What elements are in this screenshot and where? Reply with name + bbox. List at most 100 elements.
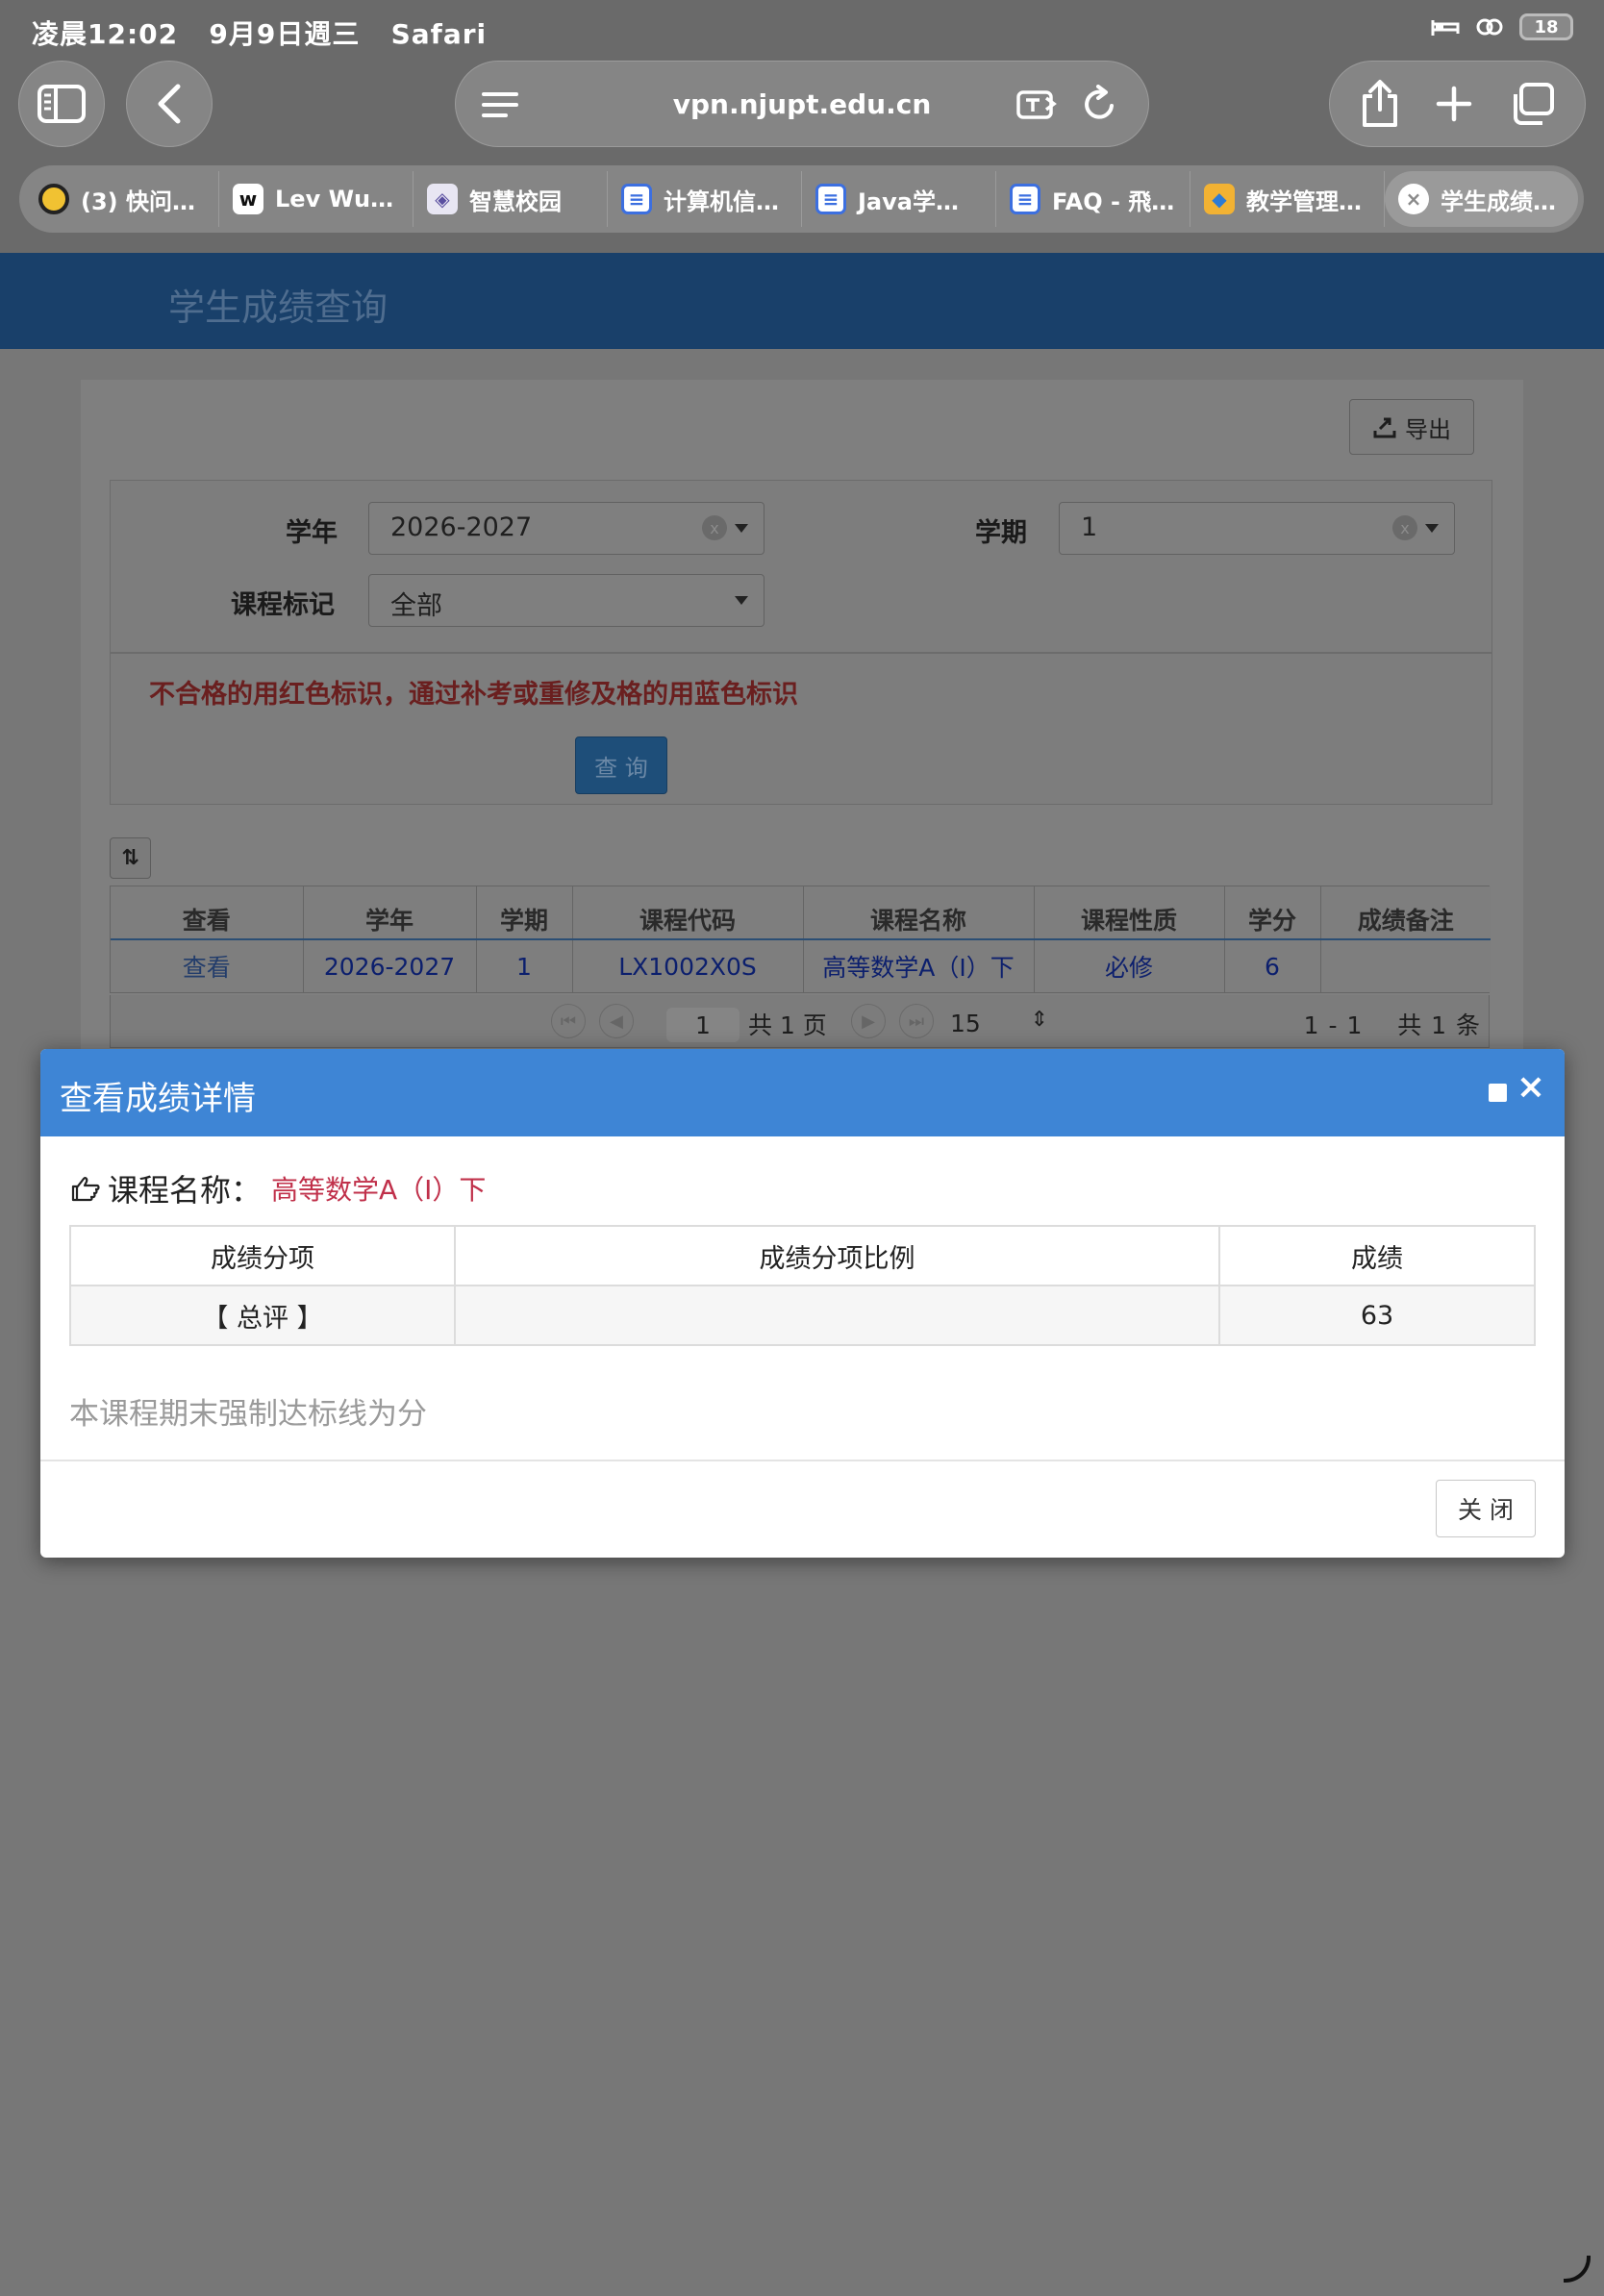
export-label: 导出: [1405, 415, 1451, 443]
browser-tab[interactable]: ◈ 智慧校园: [414, 171, 608, 227]
term-label: 学期: [975, 518, 1027, 548]
grading-notice: 不合格的用红色标识，通过补考或重修及格的用蓝色标识: [149, 680, 798, 710]
record-range: 1 - 1 共 1 条: [1304, 1007, 1481, 1041]
course-mark-select[interactable]: 全部: [368, 574, 764, 627]
course-name: 高等数学A（I）下: [271, 1174, 487, 1206]
next-page-icon[interactable]: ▶: [851, 1004, 886, 1038]
course-mark-label: 课程标记: [231, 590, 335, 620]
chevron-left-icon: [158, 84, 181, 124]
column-header[interactable]: 课程性质: [1034, 886, 1225, 940]
browser-tab[interactable]: (3) 快问…: [25, 171, 219, 227]
last-page-icon[interactable]: ⏭: [899, 1004, 934, 1038]
back-button[interactable]: [126, 61, 213, 147]
translate-icon[interactable]: [1015, 87, 1058, 123]
page-size-select[interactable]: 15 ⇕: [944, 1006, 1058, 1042]
close-tab-icon[interactable]: ×: [1398, 184, 1429, 214]
query-panel: 导出 学年 2026-2027 x 学期 1 x 课程标记 全部 不合格的用红色…: [81, 380, 1523, 1149]
export-button[interactable]: 导出: [1349, 399, 1474, 455]
dialog-header: 查看成绩详情 ×: [40, 1049, 1565, 1136]
maximize-icon[interactable]: [1489, 1084, 1507, 1102]
handwriting-w-favicon-icon: w: [233, 184, 263, 214]
table-row: 查看 2026-2027 1 LX1002X0S 高等数学A（I）下 必修 6: [111, 939, 1491, 992]
term-select[interactable]: 1 x: [1059, 502, 1455, 555]
status-time-date: 凌晨12:02 9月9日週三 Safari: [32, 13, 487, 52]
browser-tab-label: (3) 快问…: [81, 187, 195, 215]
browser-tab-label: 计算机信…: [664, 187, 779, 215]
status-bar: 凌晨12:02 9月9日週三 Safari 18: [0, 0, 1604, 58]
status-icons: 18: [1431, 13, 1573, 40]
detail-column-header: 成绩分项: [69, 1225, 456, 1286]
column-header[interactable]: 成绩备注: [1320, 886, 1491, 940]
export-icon: [1373, 417, 1396, 438]
first-page-icon[interactable]: ⏮: [551, 1004, 586, 1038]
column-header[interactable]: 学年: [303, 886, 477, 940]
toolbar-actions: [1329, 61, 1586, 147]
circle-favicon-icon: [38, 184, 69, 214]
column-header[interactable]: 课程名称: [803, 886, 1035, 940]
hand-pointer-icon: [71, 1177, 100, 1202]
browser-tab[interactable]: × 学生成绩…: [1385, 171, 1578, 227]
query-button[interactable]: 查 询: [575, 736, 667, 794]
table-header-row: 查看 学年 学期 课程代码 课程名称 课程性质 学分 成绩备注: [111, 886, 1491, 940]
table-cell: 高等数学A（I）下: [803, 939, 1035, 992]
grade-detail-dialog: 查看成绩详情 × 课程名称： 高等数学A（I）下 成绩分项 成绩分项比例 成绩 【 …: [40, 1049, 1565, 1558]
shield-favicon-icon: ◈: [427, 184, 458, 214]
chevron-down-icon: [1425, 524, 1439, 533]
detail-cell: 63: [1218, 1285, 1536, 1346]
view-link[interactable]: 查看: [111, 939, 304, 992]
column-header[interactable]: 学期: [476, 886, 573, 940]
table-cell: [1320, 939, 1491, 992]
column-header[interactable]: 课程代码: [572, 886, 804, 940]
browser-tab[interactable]: ≡ 计算机信…: [608, 171, 802, 227]
tab-bar: (3) 快问… w Lev Wu… ◈ 智慧校园 ≡ 计算机信… ≡ Java学… ≡ FAQ - …: [19, 165, 1584, 233]
detail-column-header: 成绩: [1218, 1225, 1536, 1286]
status-time: 凌晨12:02: [32, 18, 179, 50]
browser-tab-label: 学生成绩…: [1441, 187, 1556, 215]
clear-icon[interactable]: x: [1392, 515, 1417, 540]
pagination-bar: ⏮ ◀ 1 共 1 页 ▶ ⏭ 15 ⇕ 1 - 1 共 1 条: [110, 995, 1490, 1048]
close-icon[interactable]: ×: [1516, 1070, 1545, 1105]
table-cell: 1: [476, 939, 573, 992]
plus-icon[interactable]: [1435, 85, 1473, 123]
browser-tab-label: FAQ - 飛…: [1052, 187, 1175, 215]
address-bar[interactable]: vpn.njupt.edu.cn: [455, 61, 1149, 147]
clear-icon[interactable]: x: [702, 515, 727, 540]
column-header[interactable]: 学分: [1224, 886, 1321, 940]
column-header[interactable]: 查看: [111, 886, 304, 940]
chevron-down-icon: [735, 596, 748, 605]
resize-handle-icon[interactable]: [1564, 2256, 1591, 2283]
browser-tab-label: 智慧校园: [469, 187, 562, 215]
sidebar-toggle-button[interactable]: [18, 61, 105, 147]
term-value: 1: [1081, 512, 1098, 542]
page-number-input[interactable]: 1: [666, 1008, 739, 1042]
tabs-overview-icon[interactable]: [1508, 81, 1556, 127]
year-select[interactable]: 2026-2027 x: [368, 502, 764, 555]
close-button[interactable]: 关 闭: [1436, 1480, 1536, 1537]
table-cell: 6: [1224, 939, 1321, 992]
detail-cell: 【 总评 】: [69, 1285, 456, 1346]
link-icon: [1476, 18, 1503, 36]
total-records: 共 1 条: [1397, 1011, 1481, 1039]
updown-icon: ⇕: [1030, 1008, 1048, 1032]
chevron-down-icon: [735, 524, 748, 533]
cube-favicon-icon: ◆: [1204, 184, 1235, 214]
battery-icon: 18: [1519, 13, 1573, 40]
browser-tab[interactable]: w Lev Wu…: [219, 171, 414, 227]
browser-tab[interactable]: ◆ 教学管理…: [1190, 171, 1385, 227]
page-header: 学生成绩查询: [0, 253, 1604, 349]
doc-favicon-icon: ≡: [1010, 184, 1040, 214]
browser-tab[interactable]: ≡ FAQ - 飛…: [996, 171, 1190, 227]
range-text: 1 - 1: [1303, 1011, 1364, 1039]
browser-tab[interactable]: ≡ Java学…: [802, 171, 996, 227]
prev-page-icon[interactable]: ◀: [599, 1004, 634, 1038]
status-date: 9月9日週三: [209, 18, 361, 50]
course-mark-value: 全部: [390, 591, 442, 621]
share-icon[interactable]: [1359, 79, 1401, 129]
sidebar-icon: [38, 85, 86, 123]
status-app: Safari: [390, 18, 488, 50]
sort-toggle-button[interactable]: ⇅: [110, 837, 151, 879]
browser-tab-label: Java学…: [858, 187, 959, 215]
dialog-footer-divider: [40, 1460, 1565, 1461]
reload-icon[interactable]: [1081, 85, 1119, 123]
page-size-value: 15: [950, 1010, 981, 1037]
